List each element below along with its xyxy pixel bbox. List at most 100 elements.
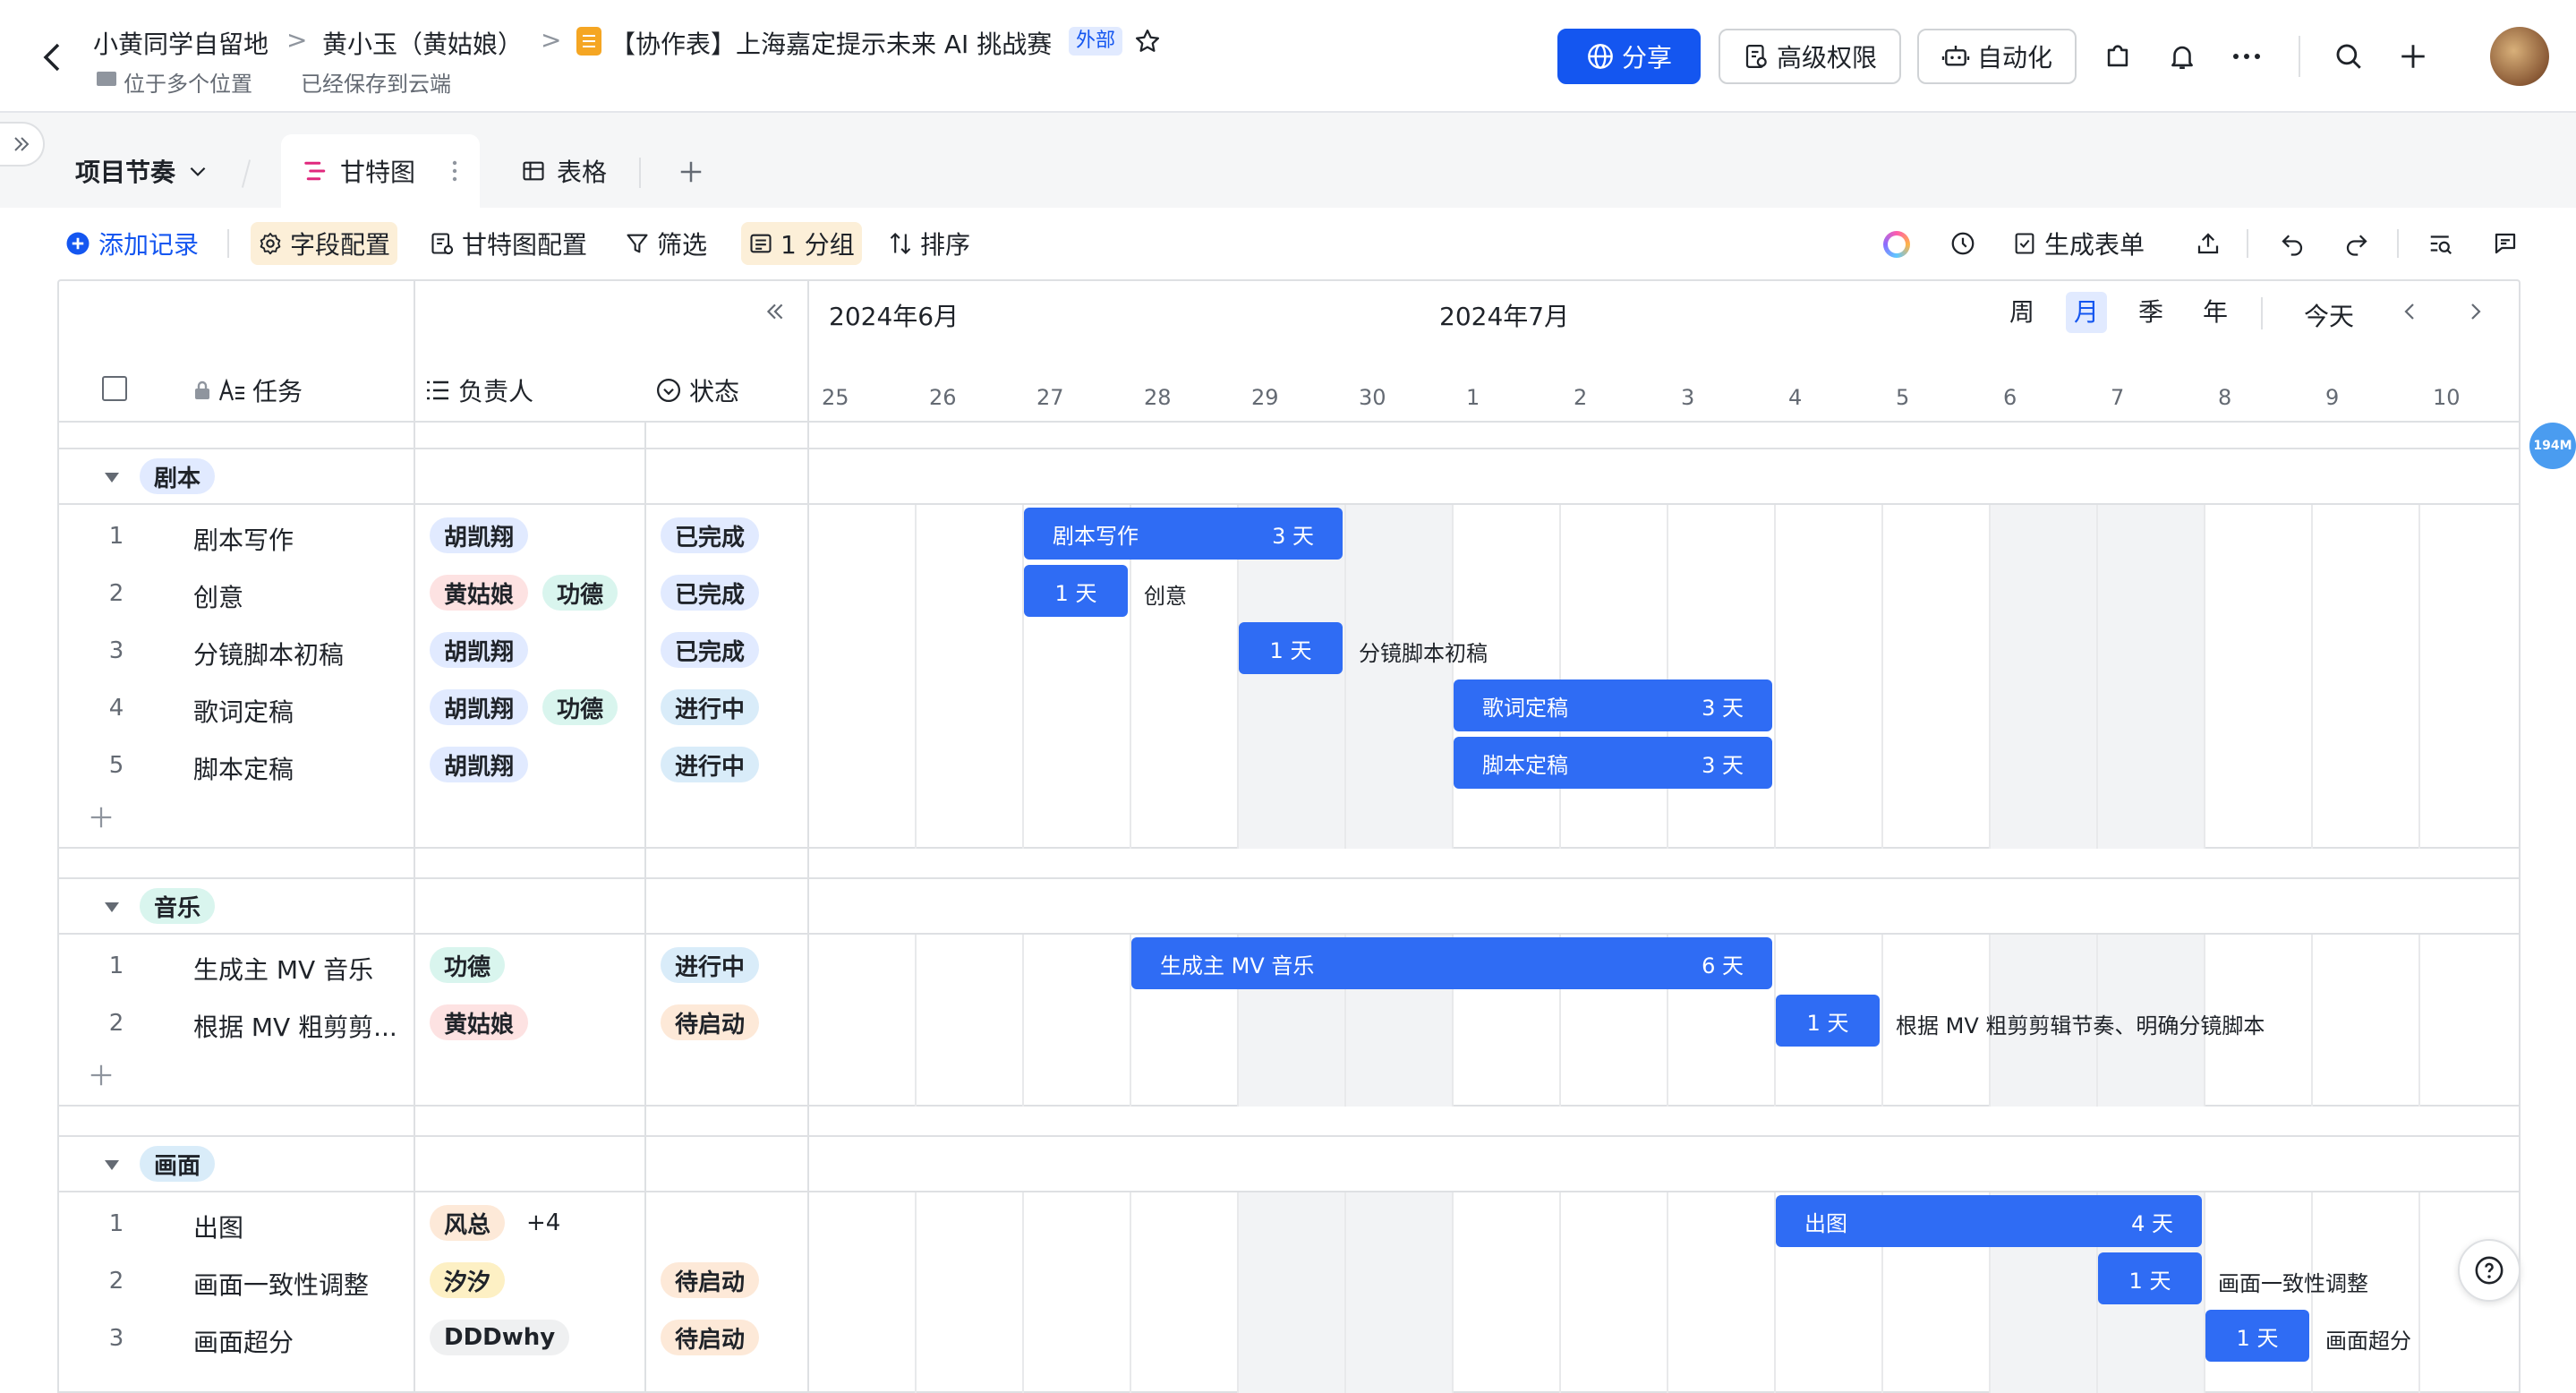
- task-name[interactable]: 脚本定稿: [193, 750, 294, 786]
- double-chevron-right-icon: [14, 137, 30, 151]
- gantt-bar[interactable]: 1 天: [1776, 995, 1880, 1047]
- redo-button[interactable]: [2336, 222, 2377, 265]
- owner-tag: 黄姑娘: [430, 575, 529, 611]
- task-name[interactable]: 分镜脚本初稿: [193, 636, 344, 671]
- gantt-bar[interactable]: 1 天: [2098, 1252, 2202, 1304]
- column-task-header[interactable]: 任务: [193, 372, 303, 408]
- sort-icon: [890, 233, 911, 254]
- gantt-bar[interactable]: 1 天: [1024, 565, 1128, 617]
- find-button[interactable]: [2420, 222, 2461, 265]
- help-button[interactable]: [2458, 1239, 2521, 1302]
- avatar[interactable]: [2490, 27, 2549, 86]
- project-dropdown[interactable]: 项目节奏: [75, 134, 209, 208]
- add-record-button[interactable]: 添加记录: [57, 222, 206, 265]
- task-name[interactable]: 出图: [193, 1209, 243, 1244]
- filter-button[interactable]: 筛选: [618, 222, 714, 265]
- gantt-bar-caption: 画面一致性调整: [2218, 1271, 2368, 1296]
- day-label: 3: [1681, 385, 1695, 410]
- timescale-1[interactable]: 月: [2066, 292, 2107, 333]
- share-out-icon: [2197, 233, 2219, 254]
- save-status: 已经保存到云端: [301, 72, 451, 97]
- expand-sidebar-button[interactable]: [0, 122, 45, 167]
- group-collapse-icon[interactable]: [104, 471, 120, 483]
- today-button[interactable]: 今天: [2304, 297, 2354, 333]
- task-name[interactable]: 根据 MV 粗剪剪...: [193, 1008, 397, 1044]
- gantt-settings-icon: [431, 233, 454, 255]
- tab-table[interactable]: 表格: [521, 134, 607, 208]
- group-header-band: [57, 448, 2521, 505]
- status-tag: 进行中: [661, 689, 760, 725]
- bell-icon[interactable]: [2162, 37, 2202, 76]
- field-config-button[interactable]: 字段配置: [251, 222, 398, 265]
- owner-more-count[interactable]: +4: [512, 1205, 575, 1241]
- undo-button[interactable]: [2272, 222, 2313, 265]
- back-icon[interactable]: [32, 38, 72, 77]
- tab-more-icon[interactable]: [451, 159, 458, 183]
- group-collapse-icon[interactable]: [104, 1158, 120, 1171]
- gantt-bar[interactable]: 剧本写作 3 天: [1024, 508, 1343, 560]
- column-status-header[interactable]: 状态: [655, 372, 739, 408]
- plugin-icon[interactable]: [2098, 37, 2137, 76]
- share-button[interactable]: 分享: [1557, 29, 1701, 84]
- add-view-icon[interactable]: [671, 152, 711, 192]
- timescale-2[interactable]: 季: [2130, 292, 2171, 333]
- gantt-bar-label: 生成主 MV 音乐: [1160, 953, 1315, 979]
- breadcrumb-item-1[interactable]: 小黄同学自留地: [93, 25, 269, 61]
- sort-button[interactable]: 排序: [881, 222, 977, 265]
- task-name[interactable]: 生成主 MV 音乐: [193, 951, 373, 987]
- status-tag: 已完成: [661, 632, 760, 668]
- task-name[interactable]: 剧本写作: [193, 521, 294, 557]
- task-name[interactable]: 画面超分: [193, 1323, 294, 1359]
- day-gridline: [2418, 935, 2420, 1107]
- day-gridline: [2096, 505, 2098, 849]
- export-button[interactable]: [2188, 222, 2229, 265]
- task-name[interactable]: 画面一致性调整: [193, 1266, 369, 1302]
- task-name[interactable]: 创意: [193, 578, 243, 614]
- day-gridline: [1881, 505, 1883, 849]
- gantt-config-button[interactable]: 甘特图配置: [422, 222, 594, 265]
- gantt-bar[interactable]: 生成主 MV 音乐 6 天: [1131, 937, 1772, 989]
- group-collapse-icon[interactable]: [104, 901, 120, 913]
- column-owner-header[interactable]: 负责人: [424, 372, 533, 408]
- select-all-checkbox[interactable]: [102, 376, 127, 401]
- task-name[interactable]: 歌词定稿: [193, 693, 294, 729]
- more-icon[interactable]: [2227, 37, 2266, 76]
- location-text[interactable]: 位于多个位置: [124, 66, 252, 98]
- ai-icon[interactable]: [1883, 231, 1910, 258]
- gantt-bar[interactable]: 歌词定稿 3 天: [1454, 679, 1772, 731]
- gantt-bar[interactable]: 出图 4 天: [1776, 1195, 2202, 1247]
- advanced-permissions-button[interactable]: 高级权限: [1719, 29, 1901, 84]
- group-button[interactable]: 1 分组: [741, 222, 862, 265]
- search-icon[interactable]: [2329, 37, 2368, 76]
- document-title[interactable]: 【协作表】上海嘉定提示未来 AI 挑战赛: [610, 25, 1052, 61]
- gantt-bar[interactable]: 1 天: [2205, 1310, 2309, 1362]
- status-tag: 已完成: [661, 575, 760, 611]
- breadcrumb-item-2[interactable]: 黄小玉（黄姑娘）: [322, 25, 523, 61]
- next-period-icon[interactable]: [2456, 292, 2495, 331]
- owner-tag: 胡凯翔: [430, 747, 529, 782]
- view-bar: 项目节奏 甘特图 表格: [0, 113, 2576, 208]
- timescale-0[interactable]: 周: [2001, 292, 2043, 333]
- row-number: 1: [108, 523, 124, 550]
- add-row-icon[interactable]: [88, 804, 115, 831]
- day-label: 30: [1359, 385, 1386, 410]
- gantt-bar[interactable]: 1 天: [1239, 622, 1343, 674]
- tab-table-label: 表格: [557, 158, 608, 187]
- add-icon[interactable]: [2393, 37, 2433, 76]
- table-icon: [523, 161, 544, 181]
- day-label: 26: [929, 385, 957, 410]
- gantt-bar[interactable]: 脚本定稿 3 天: [1454, 737, 1772, 789]
- timescale-3[interactable]: 年: [2195, 292, 2236, 333]
- prev-period-icon[interactable]: [2390, 292, 2429, 331]
- collapse-table-icon[interactable]: [755, 292, 795, 331]
- row-number: 1: [108, 1210, 124, 1237]
- help-icon: [2475, 1256, 2503, 1285]
- history-button[interactable]: [1942, 222, 1983, 265]
- automation-button[interactable]: 自动化: [1917, 29, 2077, 84]
- comment-button[interactable]: [2485, 222, 2526, 265]
- star-icon[interactable]: [1128, 21, 1167, 61]
- add-row-icon[interactable]: [88, 1062, 115, 1089]
- tab-gantt[interactable]: 甘特图: [281, 134, 481, 208]
- toolbar: 添加记录 字段配置 甘特图配置 筛选 1 分组 排序 生成表单: [29, 208, 2547, 279]
- generate-form-button[interactable]: 生成表单: [2005, 222, 2152, 265]
